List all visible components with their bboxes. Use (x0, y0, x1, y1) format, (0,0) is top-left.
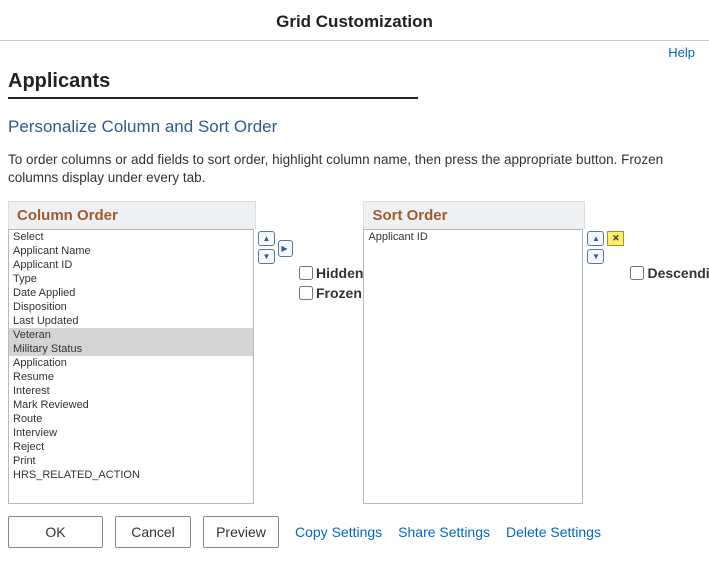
descending-label-text: Descending (647, 265, 709, 281)
list-item[interactable]: Disposition (9, 300, 253, 314)
arrow-down-icon (592, 252, 600, 262)
column-options: Hidden Frozen (299, 265, 363, 305)
arrow-right-icon (282, 244, 288, 254)
page-title: Applicants (8, 70, 701, 93)
sort-order-listbox[interactable]: Applicant ID (363, 229, 583, 504)
ok-button[interactable]: OK (8, 516, 103, 548)
hidden-label-text: Hidden (316, 265, 363, 281)
share-settings-link[interactable]: Share Settings (398, 524, 490, 540)
list-item[interactable]: HRS_RELATED_ACTION (9, 468, 253, 482)
list-item[interactable]: Route (9, 412, 253, 426)
move-up-button[interactable] (258, 231, 275, 246)
list-item[interactable]: Select (9, 230, 253, 244)
arrow-up-icon (592, 234, 600, 244)
list-item[interactable]: Date Applied (9, 286, 253, 300)
arrow-down-icon (263, 252, 271, 262)
sort-move-up-button[interactable] (587, 231, 604, 246)
window-title: Grid Customization (0, 0, 709, 41)
remove-from-sort-button[interactable] (607, 231, 624, 246)
column-order-header: Column Order (8, 201, 256, 229)
list-item[interactable]: Mark Reviewed (9, 398, 253, 412)
list-item[interactable]: Print (9, 454, 253, 468)
hidden-checkbox[interactable] (299, 266, 313, 280)
add-to-sort-button[interactable] (278, 240, 293, 257)
list-item[interactable]: Application (9, 356, 253, 370)
list-item[interactable]: Interview (9, 426, 253, 440)
divider (8, 97, 418, 99)
list-item[interactable]: Applicant ID (9, 258, 253, 272)
arrow-up-icon (263, 234, 271, 244)
instructions-text: To order columns or add fields to sort o… (8, 151, 701, 187)
sort-order-header: Sort Order (363, 201, 585, 229)
hidden-checkbox-label[interactable]: Hidden (299, 265, 363, 281)
sort-options: Descending (630, 265, 709, 285)
preview-button[interactable]: Preview (203, 516, 279, 548)
column-order-listbox[interactable]: SelectApplicant NameApplicant IDTypeDate… (8, 229, 254, 504)
list-item[interactable]: Reject (9, 440, 253, 454)
section-heading: Personalize Column and Sort Order (8, 117, 701, 137)
copy-settings-link[interactable]: Copy Settings (295, 524, 382, 540)
remove-icon (612, 234, 620, 244)
list-item[interactable]: Interest (9, 384, 253, 398)
cancel-button[interactable]: Cancel (115, 516, 191, 548)
descending-checkbox[interactable] (630, 266, 644, 280)
delete-settings-link[interactable]: Delete Settings (506, 524, 601, 540)
frozen-checkbox-label[interactable]: Frozen (299, 285, 363, 301)
list-item[interactable]: Veteran (9, 328, 253, 342)
list-item[interactable]: Last Updated (9, 314, 253, 328)
list-item[interactable]: Military Status (9, 342, 253, 356)
list-item[interactable]: Applicant Name (9, 244, 253, 258)
frozen-checkbox[interactable] (299, 286, 313, 300)
list-item[interactable]: Resume (9, 370, 253, 384)
list-item[interactable]: Type (9, 272, 253, 286)
descending-checkbox-label[interactable]: Descending (630, 265, 709, 281)
move-down-button[interactable] (258, 249, 275, 264)
sort-move-down-button[interactable] (587, 249, 604, 264)
frozen-label-text: Frozen (316, 285, 362, 301)
help-link[interactable]: Help (668, 45, 695, 60)
list-item[interactable]: Applicant ID (364, 230, 582, 244)
